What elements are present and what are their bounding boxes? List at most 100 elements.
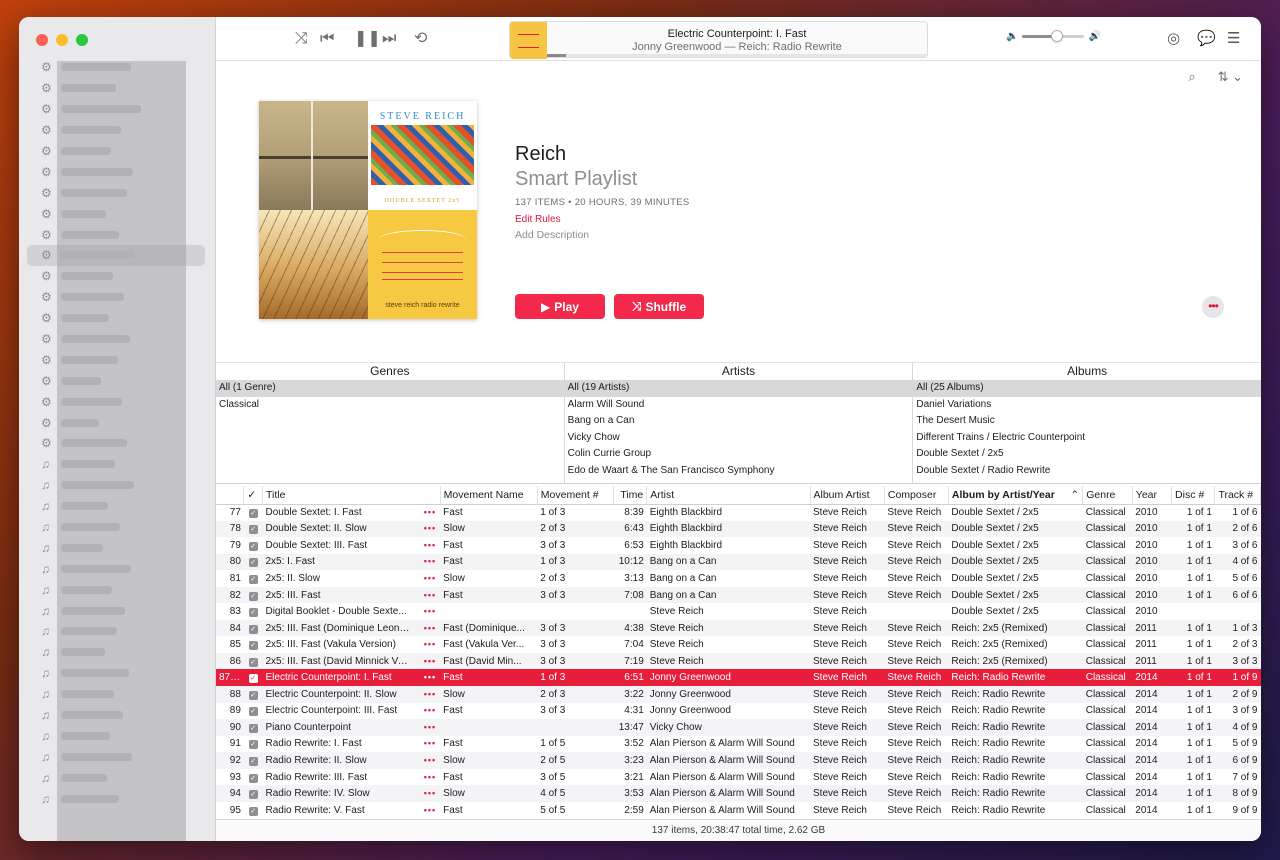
enabled-checkbox[interactable]: ✓ — [248, 509, 258, 519]
row-more-icon[interactable]: ••• — [424, 590, 436, 600]
lyrics-icon[interactable]: 💬 — [1197, 29, 1216, 47]
table-row[interactable]: 86 ✓ 2x5: III. Fast (David Minnick Version… — [216, 652, 1261, 670]
table-row[interactable]: 84 ✓ 2x5: III. Fast (Dominique Leone Ver..… — [216, 619, 1261, 637]
enabled-checkbox[interactable]: ✓ — [248, 707, 258, 717]
table-row[interactable]: 81 ✓ 2x5: II. Slow ••• Slow 2 of 3 3:13 Bang on… — [216, 570, 1261, 587]
edit-rules-link[interactable]: Edit Rules — [515, 214, 561, 225]
row-more-icon[interactable]: ••• — [424, 672, 436, 682]
airplay-icon[interactable]: ◎ — [1167, 29, 1180, 47]
artist-item[interactable]: Alarm Will Sound — [565, 397, 913, 414]
volume-slider[interactable] — [1022, 30, 1085, 42]
row-more-icon[interactable]: ••• — [424, 738, 436, 748]
previous-icon[interactable]: ⏮ — [320, 29, 334, 49]
row-more-icon[interactable]: ••• — [424, 788, 436, 798]
enabled-checkbox[interactable]: ✓ — [248, 591, 258, 601]
artist-item[interactable]: Bang on a Can — [565, 413, 913, 430]
table-row[interactable]: 95 ✓ Radio Rewrite: V. Fast ••• Fast 5 of 5 2:… — [216, 802, 1261, 818]
row-more-icon[interactable]: ••• — [424, 507, 436, 517]
table-row[interactable]: 80 ✓ 2x5: I. Fast ••• Fast 1 of 3 10:12 Bang on… — [216, 553, 1261, 571]
next-icon[interactable]: ⏭ — [382, 29, 396, 49]
album-item[interactable]: Daniel Variations — [913, 397, 1261, 414]
enabled-checkbox[interactable]: ✓ — [248, 674, 258, 684]
now-playing-display[interactable]: Electric Counterpoint: I. Fast Jonny Gre… — [509, 21, 928, 59]
column-header[interactable]: Track # — [1214, 486, 1261, 505]
album-item[interactable]: Different Trains / Electric Counterpoint — [913, 430, 1261, 447]
row-more-icon[interactable]: ••• — [424, 722, 436, 732]
table-row[interactable]: 90 ✓ Piano Counterpoint ••• 13:47 Vicky Chow S… — [216, 719, 1261, 736]
album-item[interactable]: All (25 Albums) — [913, 380, 1261, 397]
enabled-checkbox[interactable]: ✓ — [248, 574, 258, 584]
playback-progress-bar[interactable] — [547, 54, 927, 57]
shuffle-icon[interactable]: ⤨ — [295, 29, 308, 49]
row-more-icon[interactable]: ••• — [424, 606, 436, 616]
row-more-icon[interactable]: ••• — [424, 540, 436, 550]
artist-item[interactable]: All (19 Artists) — [564, 380, 913, 397]
enabled-checkbox[interactable]: ✓ — [248, 690, 258, 700]
artist-item[interactable]: Vicky Chow — [565, 430, 913, 447]
volume-knob[interactable] — [1050, 30, 1063, 42]
album-item[interactable]: The Desert Music — [913, 413, 1261, 430]
table-row[interactable]: 94 ✓ Radio Rewrite: IV. Slow ••• Slow 4 of 53… — [216, 785, 1261, 802]
table-row[interactable]: 88 ✓ Electric Counterpoint: II. Slow ••• Slo… — [216, 686, 1261, 703]
enabled-checkbox[interactable]: ✓ — [248, 723, 258, 733]
column-header[interactable]: Genre — [1082, 486, 1133, 505]
table-row[interactable]: 93 ✓ Radio Rewrite: III. Fast ••• Fast 3 of 5… — [216, 769, 1261, 786]
enabled-checkbox[interactable]: ✓ — [248, 558, 258, 568]
row-more-icon[interactable]: ••• — [424, 573, 436, 583]
row-more-icon[interactable]: ••• — [424, 755, 436, 765]
row-more-icon[interactable]: ••• — [424, 656, 436, 666]
column-header[interactable]: Composer — [884, 486, 949, 505]
column-header[interactable]: Album Artist — [810, 486, 885, 505]
column-header[interactable]: Movement # — [537, 486, 615, 505]
enabled-checkbox[interactable]: ✓ — [248, 740, 258, 750]
table-row[interactable]: 78 ✓ Double Sextet: II. Slow ••• Slow 2 of 36… — [216, 520, 1261, 538]
enabled-checkbox[interactable]: ✓ — [248, 790, 258, 800]
table-row[interactable]: 82 ✓ 2x5: III. Fast ••• Fast 3 of 3 7:08 Bang o… — [216, 586, 1261, 604]
now-playing-artwork[interactable] — [510, 22, 547, 59]
more-options-icon[interactable]: ••• — [1202, 296, 1224, 318]
artist-item[interactable]: Edo de Waart & The San Francisco Symphon… — [565, 463, 913, 480]
column-header[interactable]: Movement Name — [440, 486, 538, 505]
row-more-icon[interactable]: ••• — [424, 523, 436, 533]
table-row[interactable]: 92 ✓ Radio Rewrite: II. Slow ••• Slow 2 of 53… — [216, 752, 1261, 769]
enabled-checkbox[interactable]: ✓ — [248, 525, 258, 535]
column-header[interactable]: Artist — [646, 486, 811, 505]
enabled-checkbox[interactable]: ✓ — [248, 773, 258, 783]
column-header[interactable]: Album by Artist/Year ⌃ — [948, 486, 1084, 505]
enabled-checkbox[interactable]: ✓ — [248, 608, 258, 618]
close-window-button[interactable] — [36, 34, 48, 46]
table-row[interactable]: 79 ✓ Double Sextet: III. Fast ••• Fast 3 of 3… — [216, 537, 1261, 554]
column-header[interactable]: Disc # — [1171, 486, 1216, 505]
table-row[interactable]: 77 ✓ Double Sextet: I. Fast ••• Fast 1 of 3 8:… — [216, 504, 1261, 521]
minimize-window-button[interactable] — [56, 34, 68, 46]
enabled-checkbox[interactable]: ✓ — [248, 657, 258, 667]
genre-item[interactable]: All (1 Genre) — [216, 380, 564, 397]
row-more-icon[interactable]: ••• — [424, 689, 436, 699]
search-icon[interactable]: ⌕ — [1188, 69, 1195, 85]
table-row[interactable]: 89 ✓ Electric Counterpoint: III. Fast ••• Fa… — [216, 703, 1261, 720]
pause-icon[interactable]: ❚❚ — [354, 29, 381, 49]
column-header[interactable]: Title — [262, 486, 441, 505]
row-more-icon[interactable]: ••• — [424, 805, 436, 815]
column-header[interactable]: ✓ — [243, 486, 263, 505]
enabled-checkbox[interactable]: ✓ — [248, 641, 258, 651]
play-button[interactable]: ▶ Play — [515, 294, 605, 319]
queue-list-icon[interactable]: ☰ — [1227, 29, 1240, 47]
enabled-checkbox[interactable]: ✓ — [248, 624, 258, 634]
row-more-icon[interactable]: ••• — [424, 772, 436, 782]
artist-item[interactable]: Colin Currie Group — [565, 446, 913, 463]
sort-icon[interactable]: ⇅ ⌄ — [1218, 69, 1243, 85]
column-header[interactable]: Time — [613, 486, 648, 505]
enabled-checkbox[interactable]: ✓ — [248, 756, 258, 766]
row-more-icon[interactable]: ••• — [424, 639, 436, 649]
table-row[interactable]: 87 🔊 ✓ Electric Counterpoint: I. Fast ••• Fas… — [216, 669, 1261, 687]
zoom-window-button[interactable] — [76, 34, 88, 46]
column-header[interactable] — [216, 486, 245, 505]
shuffle-button[interactable]: ⤨ Shuffle — [614, 294, 704, 319]
genre-item[interactable]: Classical — [216, 397, 564, 414]
repeat-icon[interactable]: ⟲ — [414, 29, 427, 49]
table-row[interactable]: 83 ✓ Digital Booklet - Double Sexte... ••• S… — [216, 603, 1261, 620]
enabled-checkbox[interactable]: ✓ — [248, 806, 258, 816]
row-more-icon[interactable]: ••• — [424, 556, 436, 566]
enabled-checkbox[interactable]: ✓ — [248, 541, 258, 551]
